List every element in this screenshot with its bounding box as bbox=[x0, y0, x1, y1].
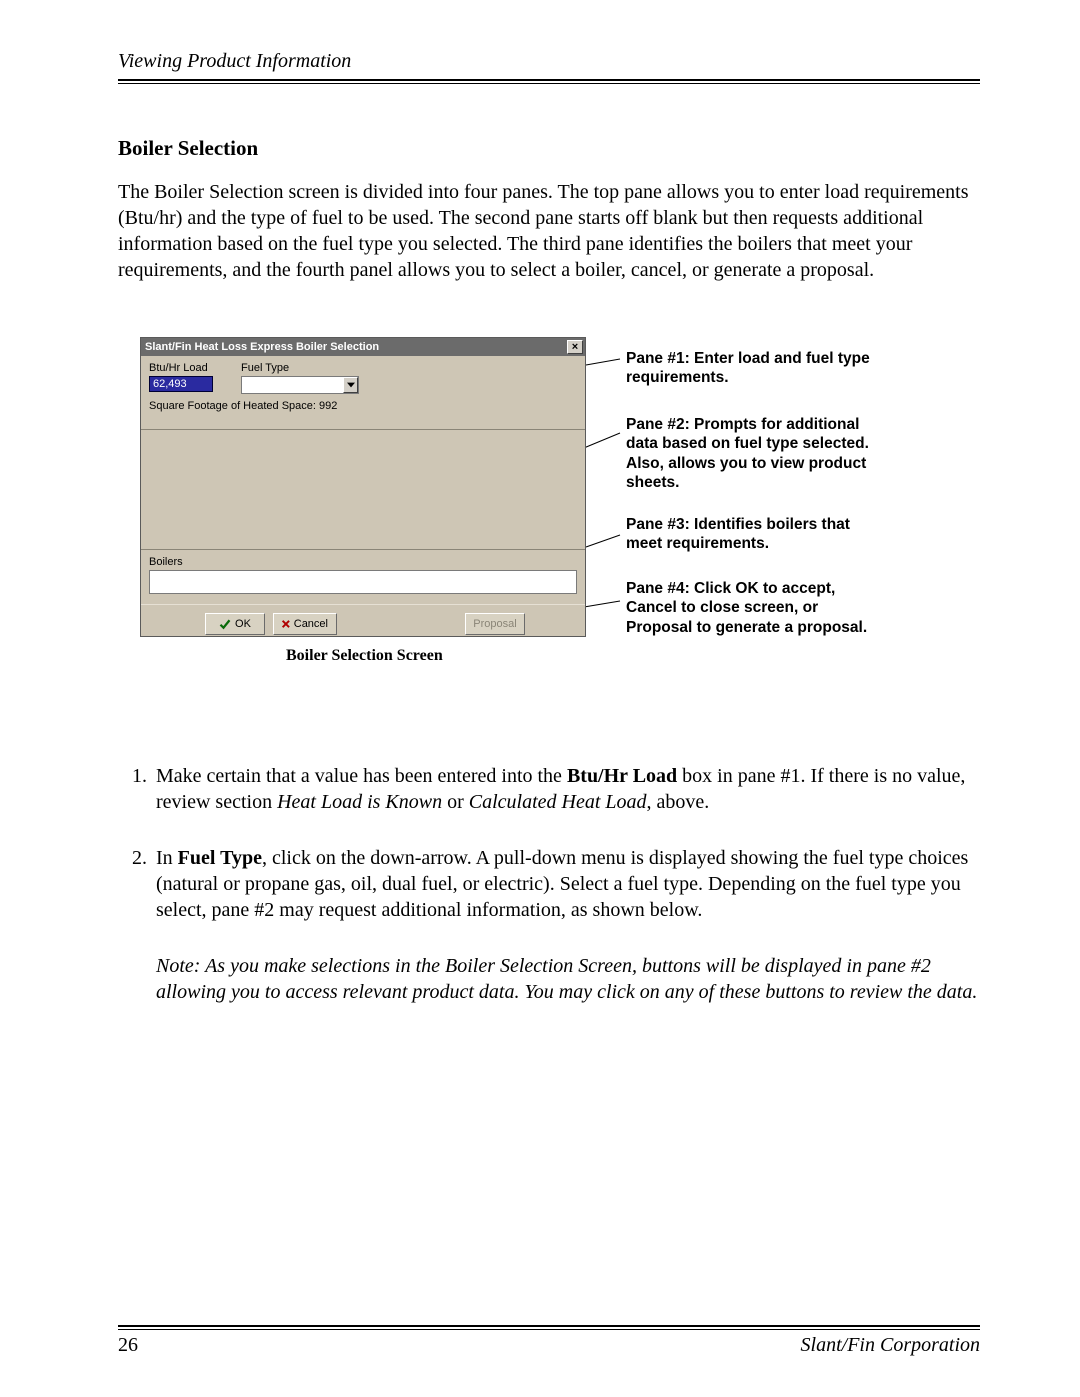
figure-area: Slant/Fin Heat Loss Express Boiler Selec… bbox=[118, 337, 980, 697]
footer: 26 Slant/Fin Corporation bbox=[118, 1325, 980, 1357]
step-2-bold: Fuel Type bbox=[178, 847, 262, 869]
header-rule-1 bbox=[118, 79, 980, 81]
ok-button-label: OK bbox=[235, 618, 251, 630]
ok-button[interactable]: OK bbox=[205, 613, 265, 635]
boiler-selection-dialog: Slant/Fin Heat Loss Express Boiler Selec… bbox=[140, 337, 586, 637]
square-footage-text: Square Footage of Heated Space: 992 bbox=[149, 400, 337, 412]
section-heading: Boiler Selection bbox=[118, 136, 980, 161]
pane-3: Boilers bbox=[141, 550, 585, 604]
boilers-listbox[interactable] bbox=[149, 570, 577, 594]
cancel-button[interactable]: Cancel bbox=[273, 613, 337, 635]
cancel-button-label: Cancel bbox=[294, 618, 328, 630]
fuel-type-label: Fuel Type bbox=[241, 362, 289, 374]
step-1-text-a: Make certain that a value has been enter… bbox=[156, 765, 567, 787]
page-number: 26 bbox=[118, 1334, 138, 1357]
dialog-title: Slant/Fin Heat Loss Express Boiler Selec… bbox=[145, 341, 379, 353]
footer-rule-1 bbox=[118, 1325, 980, 1327]
step-1-bold: Btu/Hr Load bbox=[567, 765, 677, 787]
btu-load-label: Btu/Hr Load bbox=[149, 362, 208, 374]
annotation-pane-3: Pane #3: Identifies boilers that meet re… bbox=[626, 515, 886, 554]
page-header: Viewing Product Information bbox=[118, 50, 980, 73]
step-1: Make certain that a value has been enter… bbox=[152, 763, 980, 815]
note-paragraph: Note: As you make selections in the Boil… bbox=[156, 953, 980, 1005]
pane-4: OK Cancel Proposal bbox=[141, 604, 585, 640]
close-button[interactable]: × bbox=[567, 340, 583, 354]
close-icon: × bbox=[572, 342, 578, 353]
step-2: In Fuel Type, click on the down-arrow. A… bbox=[152, 845, 980, 923]
annotation-pane-4: Pane #4: Click OK to accept, Cancel to c… bbox=[626, 579, 886, 637]
dropdown-arrow-button[interactable] bbox=[343, 377, 358, 393]
btu-load-input[interactable]: 62,493 bbox=[149, 376, 213, 392]
step-1-italic-1: Heat Load is Known bbox=[277, 791, 442, 813]
step-1-text-g: , above. bbox=[647, 791, 710, 813]
pane-1: Btu/Hr Load 62,493 Fuel Type Square Foot… bbox=[141, 356, 585, 430]
intro-paragraph: The Boiler Selection screen is divided i… bbox=[118, 179, 980, 283]
footer-rule-2 bbox=[118, 1329, 980, 1330]
check-icon bbox=[219, 618, 231, 630]
annotation-pane-2: Pane #2: Prompts for additional data bas… bbox=[626, 415, 886, 493]
steps: Make certain that a value has been enter… bbox=[118, 763, 980, 1005]
header-rule-2 bbox=[118, 83, 980, 84]
boilers-label: Boilers bbox=[149, 556, 183, 568]
step-2-text-a: In bbox=[156, 847, 178, 869]
fuel-type-select[interactable] bbox=[241, 376, 359, 394]
x-icon bbox=[282, 619, 290, 629]
proposal-button-label: Proposal bbox=[473, 618, 516, 630]
step-1-text-e: or bbox=[442, 791, 469, 813]
annotation-pane-1: Pane #1: Enter load and fuel type requir… bbox=[626, 349, 886, 388]
figure-caption: Boiler Selection Screen bbox=[286, 647, 443, 665]
chevron-down-icon bbox=[347, 382, 355, 388]
proposal-button[interactable]: Proposal bbox=[465, 613, 525, 635]
step-1-italic-2: Calculated Heat Load bbox=[469, 791, 647, 813]
pane-2 bbox=[141, 430, 585, 550]
step-2-text-c: , click on the down-arrow. A pull-down m… bbox=[156, 847, 968, 921]
footer-corporation: Slant/Fin Corporation bbox=[801, 1334, 980, 1357]
dialog-titlebar: Slant/Fin Heat Loss Express Boiler Selec… bbox=[141, 338, 585, 356]
